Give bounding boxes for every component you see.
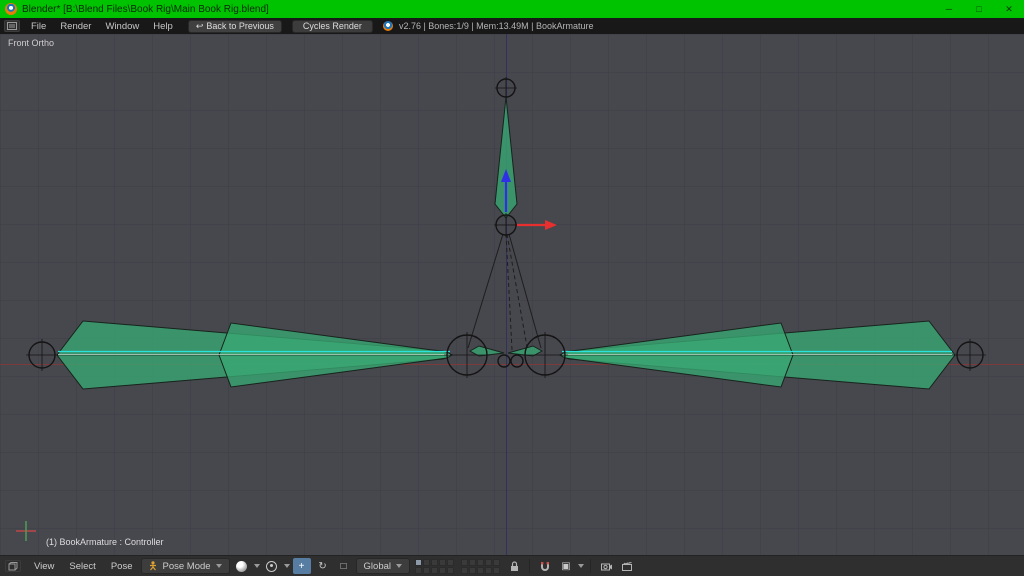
layer-cell[interactable] [423, 567, 430, 574]
back-to-previous-label: Back to Previous [206, 21, 274, 31]
window-title: Blender* [B:\Blend Files\Book Rig\Main B… [22, 4, 929, 15]
menu-pose[interactable]: Pose [105, 561, 139, 572]
lock-icon [510, 561, 519, 572]
layer-cell[interactable] [415, 559, 422, 566]
viewport-3d[interactable]: Front Ortho (1) BookArmature : Controlle… [0, 34, 1024, 555]
orientation-chevron-icon [396, 564, 402, 568]
layer-cell[interactable] [485, 567, 492, 574]
info-editor-type-button[interactable] [4, 20, 20, 32]
editor-3dview-icon [8, 562, 18, 571]
mode-select[interactable]: Pose Mode [141, 558, 229, 574]
menu-help[interactable]: Help [146, 21, 180, 32]
snap-chevron-icon [578, 564, 584, 568]
layer-cell[interactable] [477, 559, 484, 566]
pivot-center-button[interactable] [263, 558, 281, 574]
snap-toggle-button[interactable] [536, 558, 554, 574]
info-editor-icon [7, 22, 17, 30]
shading-sphere-icon [236, 561, 247, 572]
render-engine-value: Cycles Render [303, 21, 362, 31]
back-to-previous-button[interactable]: ↩ Back to Previous [188, 20, 282, 33]
viewport-shading-button[interactable] [233, 558, 251, 574]
menu-file[interactable]: File [24, 21, 53, 32]
viewport-editor-type-button[interactable] [5, 560, 21, 572]
active-object-label: (1) BookArmature : Controller [46, 537, 164, 547]
layer-cell[interactable] [439, 559, 446, 566]
layer-cell[interactable] [461, 559, 468, 566]
viewport-header: View Select Pose Pose Mode + ↻ □ Global [0, 555, 1024, 576]
layer-cell[interactable] [493, 567, 500, 574]
pivot-chevron-icon [284, 564, 290, 568]
viewport-scene [0, 34, 1024, 555]
pose-mode-icon [149, 561, 157, 571]
blender-logo-small-icon [383, 21, 393, 31]
opengl-render-animation-button[interactable] [618, 558, 636, 574]
shading-chevron-icon [254, 564, 260, 568]
layer-cell[interactable] [469, 559, 476, 566]
chevron-down-icon [216, 564, 222, 568]
layer-cell[interactable] [493, 559, 500, 566]
status-text: v2.76 | Bones:1/9 | Mem:13.49M | BookArm… [399, 21, 594, 31]
transform-orientation-value: Global [364, 561, 391, 572]
manipulator-rotate-button[interactable]: ↻ [314, 558, 332, 574]
window-controls: ─ □ ✕ [934, 0, 1024, 18]
layer-cell[interactable] [431, 559, 438, 566]
layer-cell[interactable] [447, 567, 454, 574]
viewport-grid [0, 34, 1024, 555]
layer-cell[interactable] [447, 559, 454, 566]
menu-render[interactable]: Render [53, 21, 98, 32]
layer-cell[interactable] [423, 559, 430, 566]
manipulator-scale-button[interactable]: □ [335, 558, 353, 574]
render-engine-select[interactable]: Cycles Render [292, 20, 373, 33]
blender-logo-icon [5, 3, 17, 15]
clapper-icon [622, 562, 632, 571]
menu-window[interactable]: Window [98, 21, 146, 32]
snap-element-select[interactable]: ▣ [557, 558, 575, 574]
opengl-render-button[interactable] [597, 558, 615, 574]
layer-cell[interactable] [461, 567, 468, 574]
blender-window: Blender* [B:\Blend Files\Book Rig\Main B… [0, 0, 1024, 576]
lock-to-scene-button[interactable] [505, 558, 523, 574]
layer-cell[interactable] [485, 559, 492, 566]
mode-select-value: Pose Mode [162, 561, 210, 572]
maximize-button[interactable]: □ [964, 0, 994, 18]
layer-cell[interactable] [439, 567, 446, 574]
layer-cell[interactable] [431, 567, 438, 574]
layer-cell[interactable] [469, 567, 476, 574]
layer-cell[interactable] [477, 567, 484, 574]
back-icon: ↩ [196, 21, 204, 32]
titlebar: Blender* [B:\Blend Files\Book Rig\Main B… [0, 0, 1024, 18]
minimize-button[interactable]: ─ [934, 0, 964, 18]
layer-cell[interactable] [415, 567, 422, 574]
camera-icon [601, 562, 612, 571]
menu-view[interactable]: View [28, 561, 60, 572]
transform-orientation-select[interactable]: Global [356, 558, 410, 574]
layers-group-1[interactable] [415, 559, 454, 574]
magnet-icon [540, 561, 550, 572]
view-name-label: Front Ortho [8, 38, 54, 48]
pivot-icon [266, 561, 277, 572]
separator [529, 559, 530, 573]
close-button[interactable]: ✕ [994, 0, 1024, 18]
layers-group-2[interactable] [461, 559, 500, 574]
menu-select[interactable]: Select [63, 561, 101, 572]
info-header: File Render Window Help ↩ Back to Previo… [0, 18, 1024, 34]
separator [590, 559, 591, 573]
manipulator-translate-button[interactable]: + [293, 558, 311, 574]
